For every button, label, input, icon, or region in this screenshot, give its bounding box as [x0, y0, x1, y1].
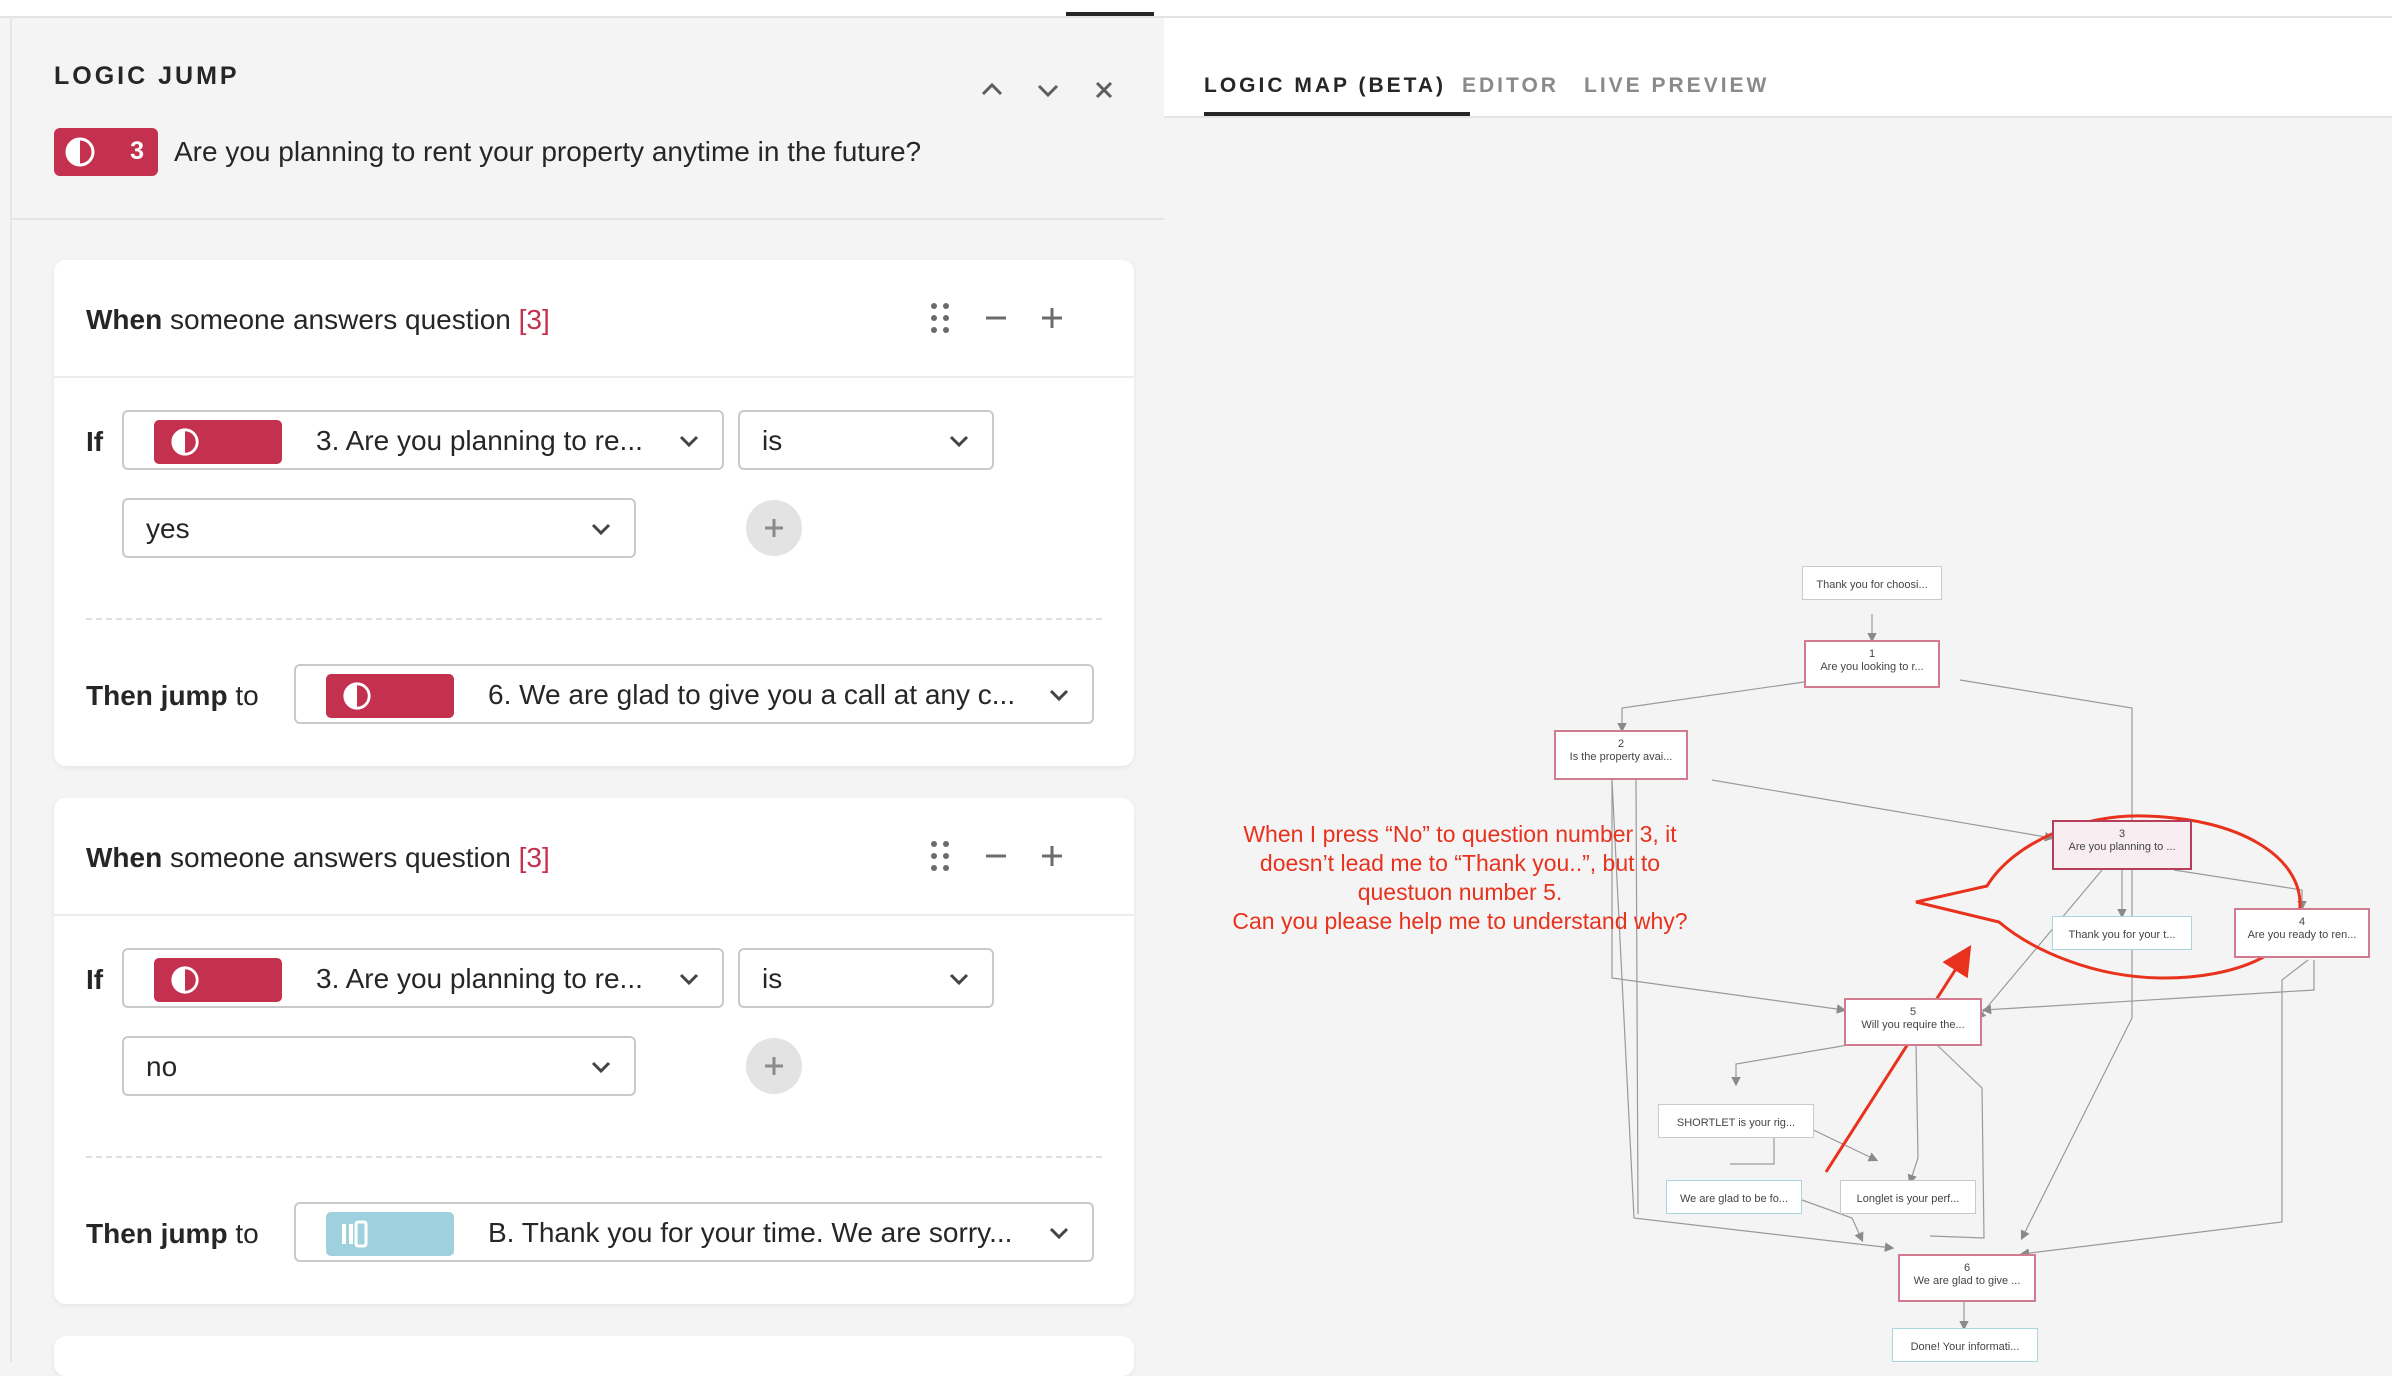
answer-select[interactable]: yes	[122, 498, 636, 558]
question-select-value: 3. Are you planning to re...	[316, 963, 643, 994]
map-node-q1[interactable]: 1 Are you looking to r...	[1804, 640, 1940, 688]
rule-condition-label: When someone answers question [3]	[86, 304, 550, 335]
chevron-down-icon[interactable]	[1028, 70, 1068, 110]
if-label: If	[86, 426, 104, 457]
chevron-down-icon	[1049, 689, 1069, 702]
yes-no-icon	[343, 682, 371, 710]
map-node-q5[interactable]: 5 Will you require the...	[1844, 998, 1982, 1046]
map-node-done[interactable]: Done! Your informati...	[1892, 1328, 2038, 1362]
drag-handle-icon[interactable]	[920, 836, 960, 876]
chevron-down-icon	[949, 973, 969, 986]
panel-header: LOGIC JUMP 3 Are you planning to rent yo…	[12, 18, 1164, 220]
map-node-q2[interactable]: 2 Is the property avai...	[1554, 730, 1688, 780]
destination-value: B. Thank you for your time. We are sorry…	[488, 1217, 1013, 1248]
question-type-badge	[154, 420, 282, 464]
operator-select[interactable]: is	[738, 948, 994, 1008]
yes-no-icon	[171, 966, 199, 994]
question-number: 3	[130, 137, 144, 165]
rule-condition-label: When someone answers question [3]	[86, 842, 550, 873]
chevron-down-icon	[591, 1061, 611, 1074]
map-node-welcome[interactable]: Thank you for choosi...	[1802, 566, 1942, 600]
add-condition-icon[interactable]	[746, 500, 802, 556]
drag-handle-icon[interactable]	[920, 298, 960, 338]
operator-select[interactable]: is	[738, 410, 994, 470]
question-badge: 3	[54, 128, 158, 176]
add-rule-icon[interactable]	[1032, 836, 1072, 876]
answer-value: yes	[146, 513, 190, 544]
question-select[interactable]: 3. Are you planning to re...	[122, 948, 724, 1008]
annotation-text: When I press “No” to question number 3, …	[1232, 821, 1688, 934]
destination-value: 6. We are glad to give you a call at any…	[488, 679, 1016, 710]
logic-rule-card: When someone answers question [3] If 3. …	[54, 798, 1134, 1304]
rule-header: When someone answers question [3]	[54, 798, 1134, 916]
map-node-glad[interactable]: We are glad to be fo...	[1666, 1180, 1802, 1214]
annotation-arrow	[1824, 944, 1972, 1173]
logic-rule-card: When someone answers question [3] If 3. …	[54, 260, 1134, 766]
question-select[interactable]: 3. Are you planning to re...	[122, 410, 724, 470]
map-node-thanks[interactable]: Thank you for your t...	[2052, 916, 2192, 950]
chevron-down-icon	[949, 435, 969, 448]
remove-rule-icon[interactable]	[976, 298, 1016, 338]
then-jump-label: Then jump to	[86, 1218, 259, 1249]
add-condition-icon[interactable]	[746, 1038, 802, 1094]
question-type-badge	[154, 958, 282, 1002]
chevron-up-icon[interactable]	[972, 70, 1012, 110]
chevron-down-icon	[679, 973, 699, 986]
operator-value: is	[762, 963, 783, 994]
rule-header: When someone answers question [3]	[54, 260, 1134, 378]
map-node-longlet[interactable]: Longlet is your perf...	[1840, 1180, 1976, 1214]
remove-rule-icon[interactable]	[976, 836, 1016, 876]
question-select-value: 3. Are you planning to re...	[316, 425, 643, 456]
operator-value: is	[762, 425, 783, 456]
answer-value: no	[146, 1051, 178, 1082]
chevron-down-icon	[591, 523, 611, 536]
chevron-down-icon	[679, 435, 699, 448]
map-node-q4[interactable]: 4 Are you ready to ren...	[2234, 908, 2370, 958]
destination-type-badge	[326, 1212, 454, 1256]
statement-icon	[342, 1220, 368, 1248]
divider	[86, 1156, 1102, 1158]
map-node-q3[interactable]: 3 Are you planning to ...	[2052, 820, 2192, 870]
destination-select[interactable]: 6. We are glad to give you a call at any…	[294, 664, 1094, 724]
logic-rule-card	[54, 1336, 1134, 1376]
chevron-down-icon	[1049, 1227, 1069, 1240]
logic-jump-panel: LOGIC JUMP 3 Are you planning to rent yo…	[10, 18, 1166, 1376]
answer-select[interactable]: no	[122, 1036, 636, 1096]
question-text: Are you planning to rent your property a…	[174, 136, 922, 167]
map-node-q6[interactable]: 6 We are glad to give ...	[1898, 1254, 2036, 1302]
logic-map-panel: LOGIC MAP (BETA) EDITOR LIVE PREVIEW Tha…	[1164, 18, 2392, 1362]
yes-no-icon	[171, 428, 199, 456]
close-icon[interactable]	[1084, 70, 1124, 110]
active-top-indicator	[1066, 12, 1154, 16]
add-rule-icon[interactable]	[1032, 298, 1072, 338]
yes-no-icon	[65, 137, 95, 167]
map-node-shortlet[interactable]: SHORTLET is your rig...	[1658, 1104, 1814, 1138]
destination-select[interactable]: B. Thank you for your time. We are sorry…	[294, 1202, 1094, 1262]
panel-title: LOGIC JUMP	[54, 62, 240, 90]
divider	[86, 618, 1102, 620]
top-bar	[0, 0, 2392, 18]
logic-map-connectors	[1611, 614, 2315, 1331]
destination-type-badge	[326, 674, 454, 718]
then-jump-label: Then jump to	[86, 680, 259, 711]
if-label: If	[86, 964, 104, 995]
